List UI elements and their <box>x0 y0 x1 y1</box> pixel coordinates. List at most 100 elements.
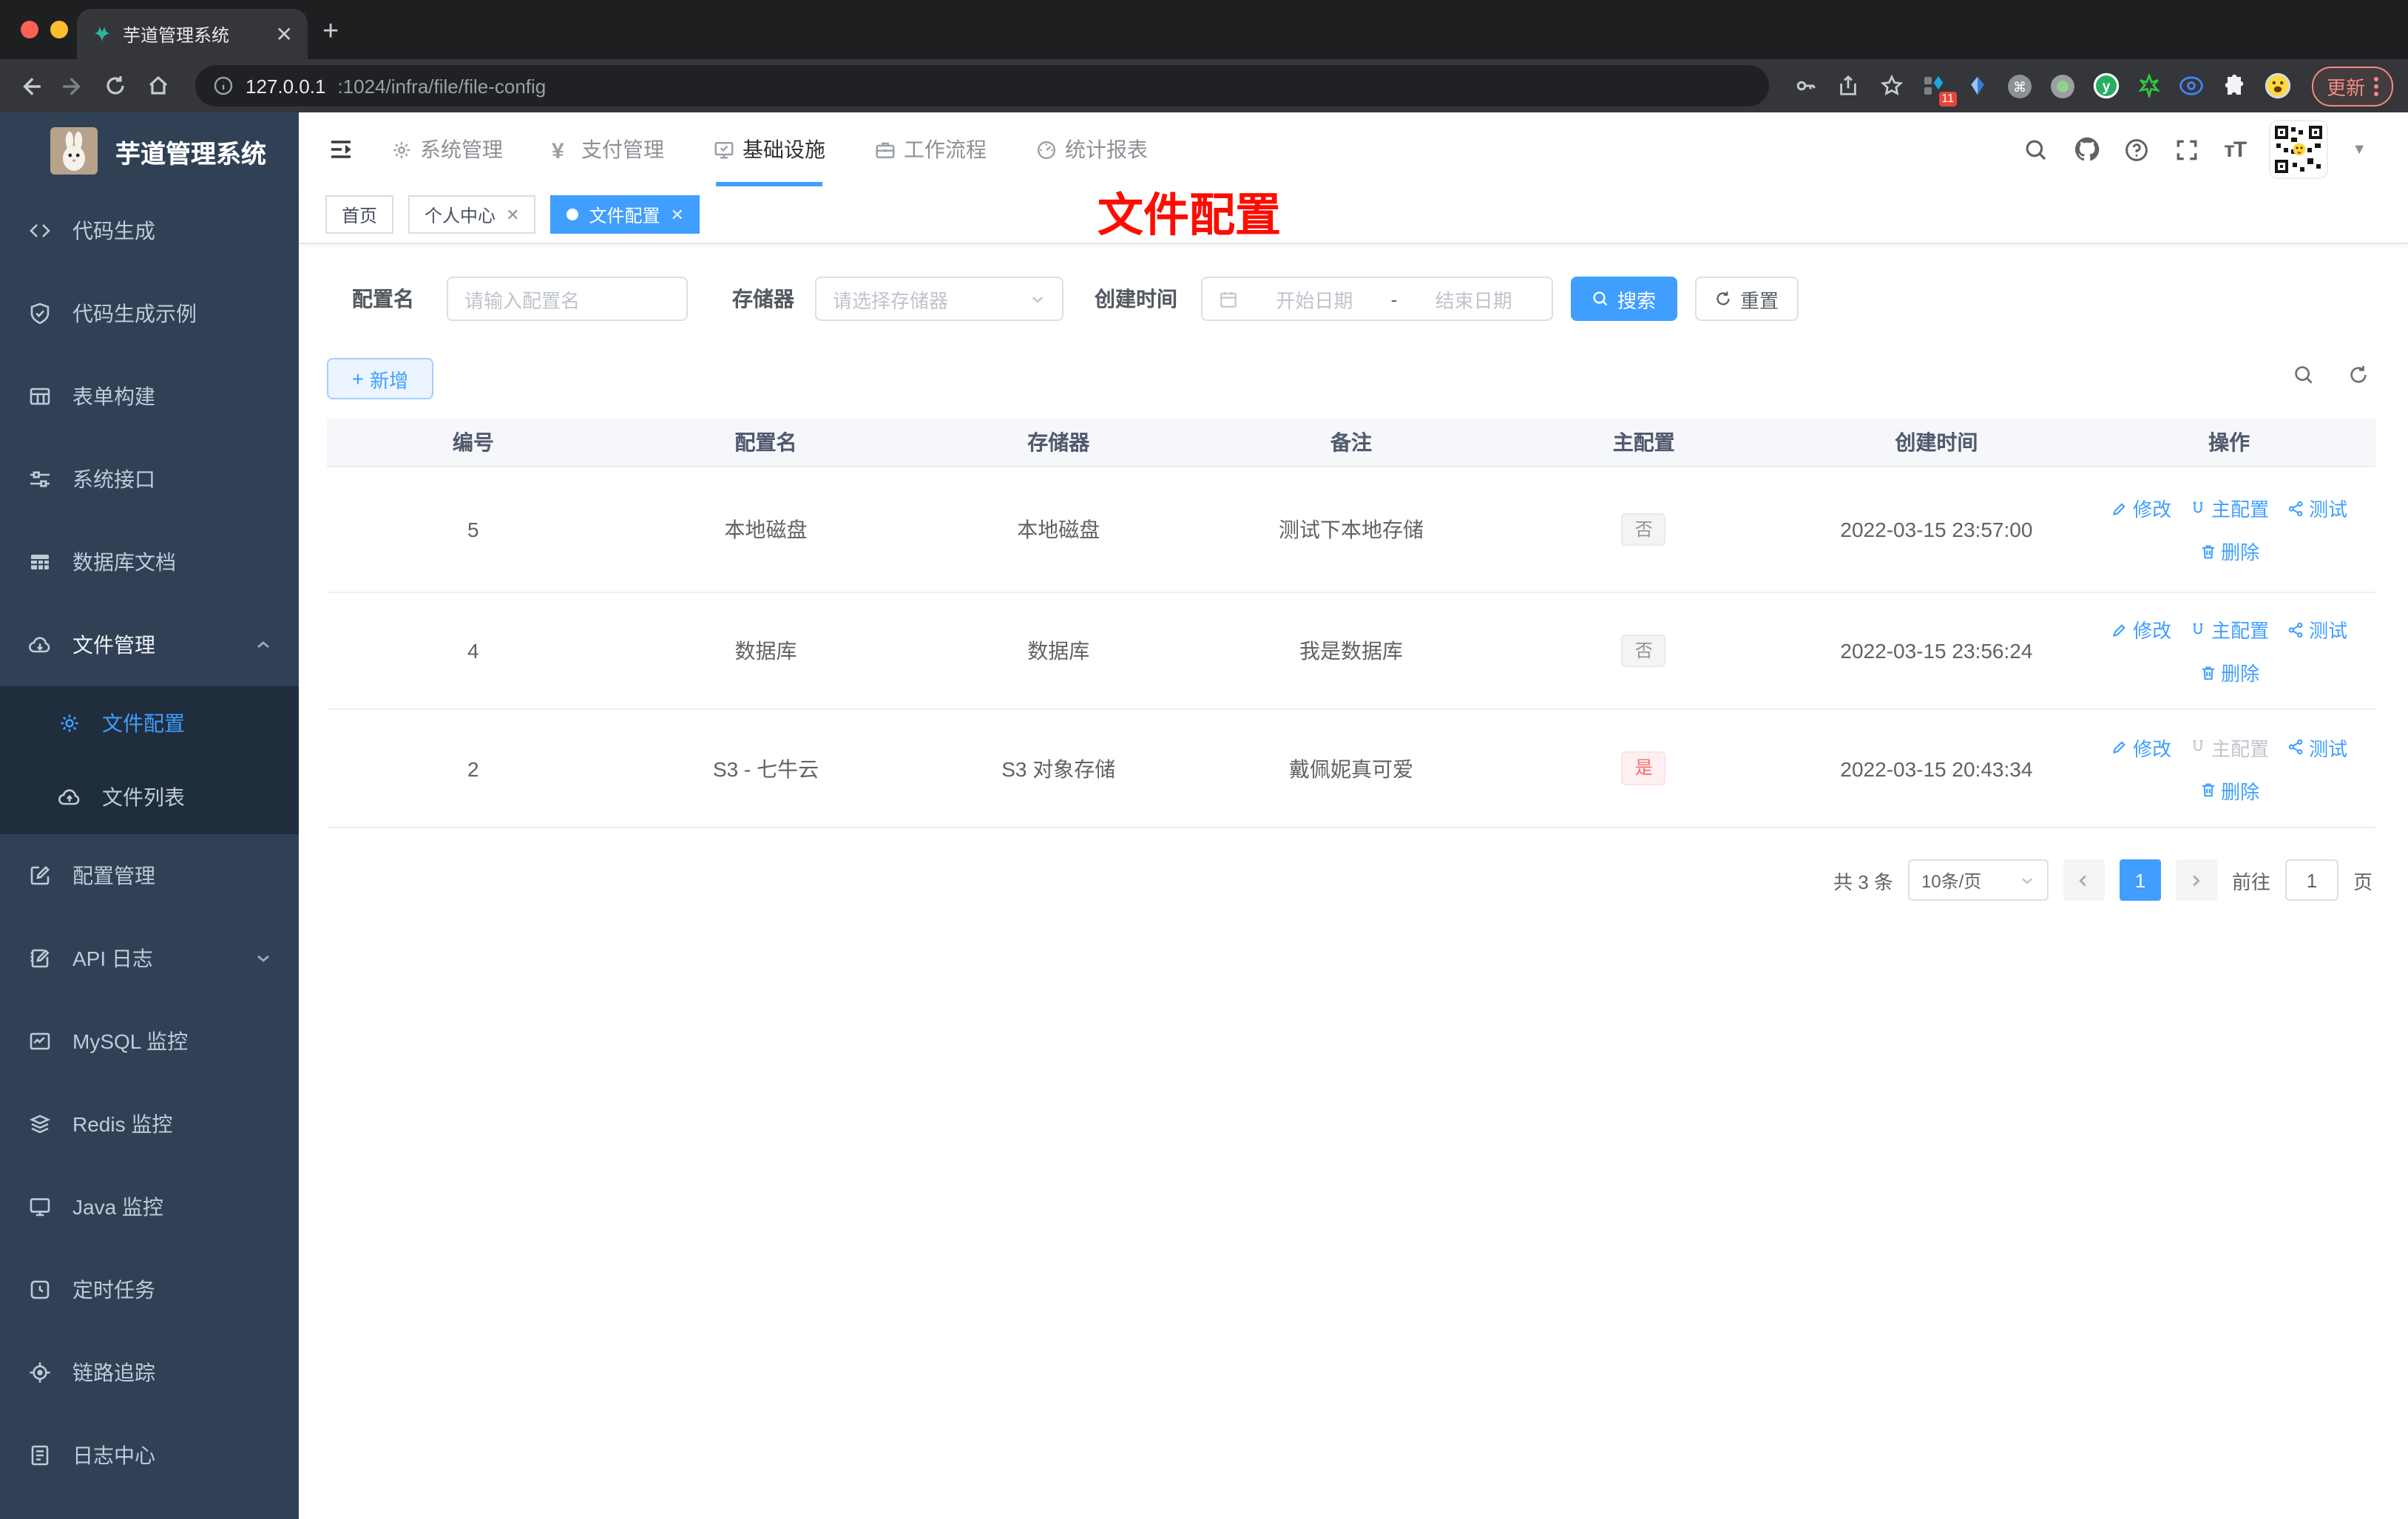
share-icon[interactable] <box>1834 71 1864 101</box>
next-page-button[interactable] <box>2175 859 2217 901</box>
tab-close-icon[interactable]: ✕ <box>276 21 293 47</box>
table-refresh-icon[interactable] <box>2347 364 2370 386</box>
page-number-button[interactable]: 1 <box>2119 859 2161 901</box>
sidebar-item-config-management[interactable]: 配置管理 <box>0 834 299 917</box>
font-size-icon[interactable]: ᴛT <box>2224 137 2247 162</box>
delete-action[interactable]: 删除 <box>2199 658 2259 686</box>
sidebar-item-db-doc[interactable]: 数据库文档 <box>0 521 299 603</box>
collapse-menu-icon[interactable] <box>328 138 354 161</box>
nav-reports[interactable]: 统计报表 <box>1035 112 1148 186</box>
extension-record-icon[interactable] <box>2049 71 2078 101</box>
back-icon[interactable] <box>15 71 44 101</box>
cell-created: 2022-03-15 23:56:24 <box>1840 639 2033 663</box>
master-action[interactable]: 主配置 <box>2189 733 2269 761</box>
extension-command-icon[interactable]: ⌘ <box>2006 71 2035 101</box>
sidebar-item-log-center[interactable]: 日志中心 <box>0 1414 299 1497</box>
pagination: 共 3 条 10条/页 1 前往 页 <box>1833 859 2373 901</box>
test-action[interactable]: 测试 <box>2287 733 2347 761</box>
minimize-window-button[interactable] <box>50 21 68 38</box>
date-start-input[interactable]: 开始日期 <box>1253 285 1376 313</box>
close-icon[interactable]: ✕ <box>506 205 519 224</box>
extension-kite-icon[interactable] <box>1963 71 1992 101</box>
close-window-button[interactable] <box>21 21 38 38</box>
browser-menu-icon[interactable] <box>2374 76 2378 95</box>
fullscreen-icon[interactable] <box>2174 136 2200 163</box>
sidebar-item-scheduled-tasks[interactable]: 定时任务 <box>0 1248 299 1331</box>
storage-select[interactable]: 请选择存储器 <box>815 277 1063 321</box>
master-action[interactable]: 主配置 <box>2189 494 2269 522</box>
extension-puzzle-icon[interactable] <box>2220 71 2250 101</box>
tag-home[interactable]: 首页 <box>325 195 394 234</box>
extension-star-icon[interactable] <box>2134 71 2164 101</box>
nav-workflow[interactable]: 工作流程 <box>874 112 987 186</box>
table-header-row: 编号 配置名 存储器 备注 主配置 创建时间 操作 <box>327 419 2375 467</box>
help-icon[interactable] <box>2123 136 2150 163</box>
gear-icon <box>58 711 81 735</box>
cell-name: S3 - 七牛云 <box>712 757 819 780</box>
url-bar[interactable]: 127.0.0.1:1024/infra/file/file-config <box>195 65 1769 106</box>
total-count: 共 3 条 <box>1833 870 1893 893</box>
nav-infrastructure[interactable]: 基础设施 <box>713 112 825 186</box>
search-icon[interactable] <box>2023 136 2049 163</box>
goto-page-input[interactable] <box>2284 859 2338 901</box>
extension-y-icon[interactable]: y <box>2091 71 2121 101</box>
site-info-icon[interactable] <box>213 75 234 96</box>
sidebar-item-file-list[interactable]: 文件列表 <box>0 760 299 834</box>
red-annotation-text: 文件配置 <box>1098 189 1281 241</box>
avatar-caret-icon[interactable]: ▼ <box>2352 141 2367 158</box>
sidebar-item-api-log[interactable]: API 日志 <box>0 917 299 1000</box>
master-badge: 否 <box>1621 512 1666 547</box>
config-name-input[interactable]: 请输入配置名 <box>447 277 688 321</box>
config-name-label: 配置名 <box>352 287 414 311</box>
add-button[interactable]: + 新增 <box>327 358 433 399</box>
table-search-icon[interactable] <box>2293 364 2315 386</box>
extension-diamond-icon[interactable]: 11 <box>1920 71 1957 106</box>
reset-button[interactable]: 重置 <box>1695 277 1799 321</box>
sidebar-item-java-monitor[interactable]: Java 监控 <box>0 1166 299 1248</box>
avatar[interactable] <box>2269 120 2329 179</box>
tag-file-config[interactable]: 文件配置 ✕ <box>550 195 700 234</box>
app-title: 芋道管理系统 <box>115 140 266 168</box>
password-key-icon[interactable] <box>1791 71 1821 101</box>
edit-action[interactable]: 修改 <box>2111 615 2171 643</box>
new-tab-button[interactable]: + <box>322 18 339 46</box>
date-end-input[interactable]: 结束日期 <box>1412 285 1535 313</box>
sidebar-item-form-builder[interactable]: 表单构建 <box>0 355 299 438</box>
update-label: 更新 <box>2326 76 2365 98</box>
browser-update-button[interactable]: 更新 <box>2311 66 2393 106</box>
edit-action[interactable]: 修改 <box>2111 494 2171 522</box>
test-action[interactable]: 测试 <box>2287 615 2347 643</box>
home-icon[interactable] <box>143 71 173 101</box>
search-button[interactable]: 搜索 <box>1571 277 1677 321</box>
reload-icon[interactable] <box>101 71 130 101</box>
delete-action[interactable]: 删除 <box>2199 537 2259 565</box>
bookmark-star-icon[interactable] <box>1877 71 1907 101</box>
github-icon[interactable] <box>2073 136 2100 163</box>
sidebar-item-code-demo[interactable]: 代码生成示例 <box>0 272 299 355</box>
page-size-select[interactable]: 10条/页 <box>1907 859 2049 901</box>
close-icon[interactable]: ✕ <box>671 205 684 224</box>
browser-tab[interactable]: 芋道管理系统 ✕ <box>77 9 308 59</box>
date-range-picker[interactable]: 开始日期 - 结束日期 <box>1201 277 1553 321</box>
tag-profile[interactable]: 个人中心 ✕ <box>408 195 536 234</box>
extension-eye-icon[interactable] <box>2177 71 2207 101</box>
delete-action[interactable]: 删除 <box>2199 776 2259 804</box>
sidebar-item-trace[interactable]: 链路追踪 <box>0 1331 299 1414</box>
nav-system-management[interactable]: 系统管理 <box>390 112 503 186</box>
sidebar-item-mysql-monitor[interactable]: MySQL 监控 <box>0 1000 299 1083</box>
cell-name: 数据库 <box>734 639 797 663</box>
sidebar-item-file-config[interactable]: 文件配置 <box>0 686 299 760</box>
prev-page-button[interactable] <box>2063 859 2105 901</box>
forward-icon[interactable] <box>58 71 87 101</box>
sidebar-item-code-generation[interactable]: 代码生成 <box>0 189 299 272</box>
nav-payment-management[interactable]: ¥ 支付管理 <box>552 112 664 186</box>
extension-emoji-icon[interactable] <box>2263 71 2293 101</box>
sidebar-item-system-api[interactable]: 系统接口 <box>0 438 299 521</box>
table-row: 2 S3 - 七牛云 S3 对象存储 戴佩妮真可爱 是 2022-03-15 2… <box>327 710 2375 828</box>
sidebar-item-redis-monitor[interactable]: Redis 监控 <box>0 1083 299 1166</box>
test-action[interactable]: 测试 <box>2287 494 2347 522</box>
file-config-table: 编号 配置名 存储器 备注 主配置 创建时间 操作 5 本地磁盘 本地磁盘 测试… <box>327 419 2375 828</box>
master-action[interactable]: 主配置 <box>2189 615 2269 643</box>
edit-action[interactable]: 修改 <box>2111 733 2171 761</box>
sidebar-item-file-management[interactable]: 文件管理 <box>0 603 299 686</box>
